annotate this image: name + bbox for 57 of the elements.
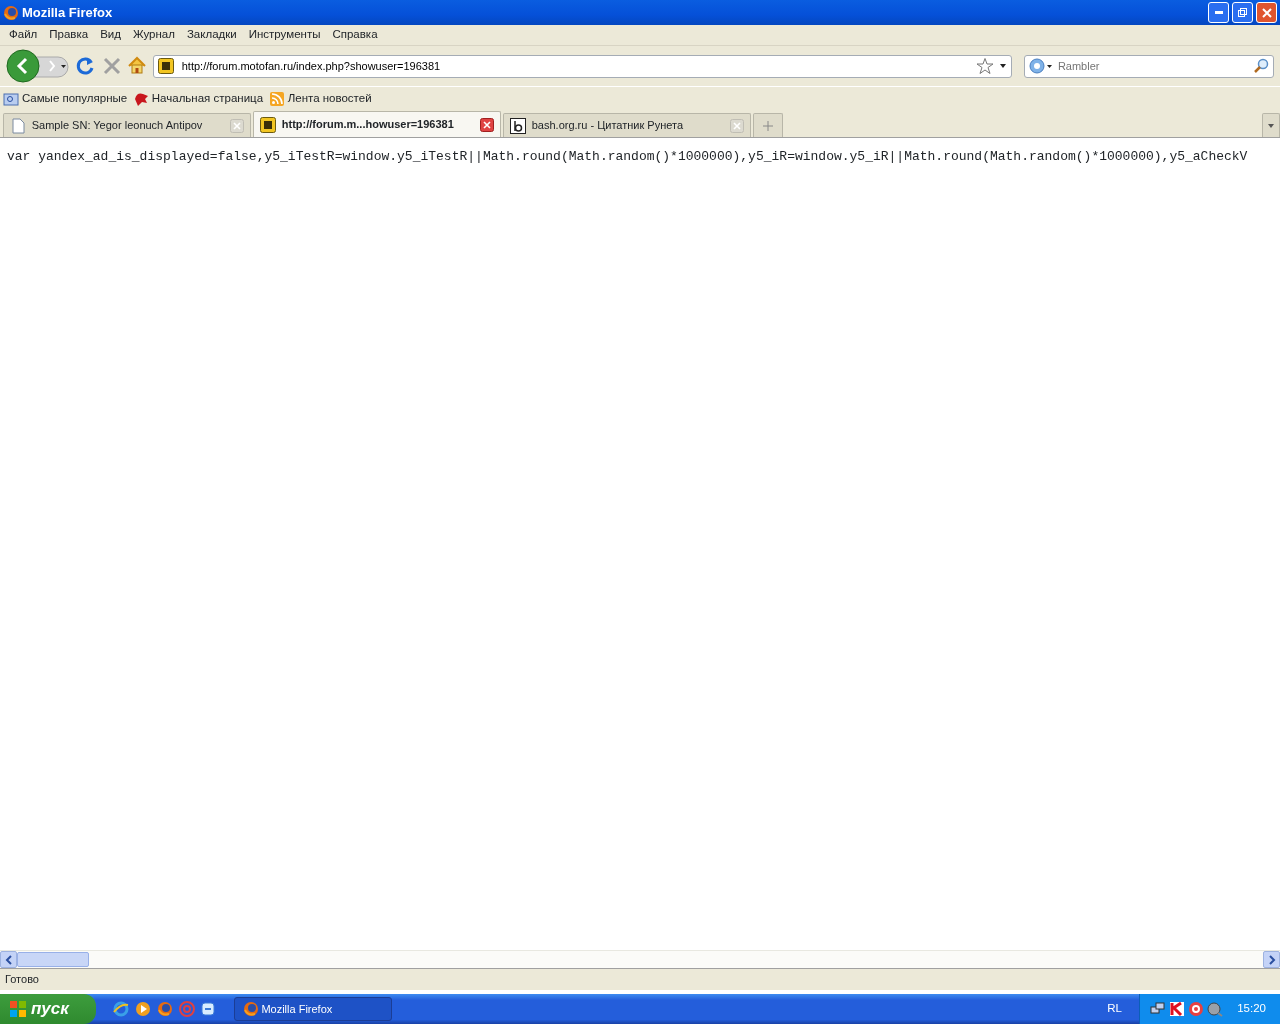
letter-icon [510,117,526,134]
menu-item[interactable]: Правка [43,26,95,44]
menu-item[interactable]: Закладки [180,26,243,44]
network-icon[interactable] [1150,1001,1167,1017]
site-icon [158,58,174,74]
reload-icon[interactable] [75,56,96,76]
bookmark-link[interactable]: Лента новостей [268,90,372,108]
menu-item[interactable]: Журнал [126,26,181,44]
address-bar[interactable]: http://forum.motofan.ru/index.php?showuser=196381 [153,54,1013,78]
scroll-right-button[interactable] [1263,951,1280,968]
menu-item[interactable]: Справка [326,26,384,44]
feed-icon [268,91,285,107]
page-icon [10,117,26,134]
bookmark-link[interactable]: Самые популярные [3,90,128,108]
address-field[interactable]: http://forum.motofan.ru/index.php?showuser=196381 [179,56,970,76]
browser-icon[interactable] [113,1001,130,1017]
windows-logo-icon [8,999,28,1019]
site-icon [260,116,276,133]
browser-tab[interactable]: Sample SN: Yegor leonuch Antipov [3,113,251,137]
minimize-icon [1214,11,1223,14]
back-button[interactable] [6,49,70,83]
media-player-icon[interactable] [135,1001,151,1017]
menu-item[interactable]: Файл [3,26,44,44]
firefox-icon [242,1001,259,1017]
search-bar[interactable]: Rambler [1024,54,1274,78]
search-engine-icon[interactable] [1029,58,1053,74]
menu-item[interactable]: Инструменты [242,26,327,44]
language-indicator[interactable]: RL [1107,1000,1122,1018]
bookmark-link[interactable]: Начальная страница [132,90,264,108]
chevron-icon[interactable] [4,954,13,965]
star-icon[interactable] [975,57,994,75]
folder-icon [3,91,19,107]
search-field[interactable]: Rambler [1055,56,1251,76]
taskbar-button[interactable]: Mozilla Firefox [233,997,392,1021]
maximize-icon [1235,5,1250,20]
close-icon [1259,5,1274,20]
maximize-button[interactable] [1232,2,1254,23]
clock: 15:20 [1237,1001,1266,1017]
menu-item[interactable]: Вид [94,26,127,44]
antivirus-icon[interactable] [1169,1001,1186,1017]
chevron-icon[interactable] [1267,954,1276,965]
browser-tab[interactable]: http://forum.m...howuser=196381 [253,111,501,137]
browser-tab[interactable]: bash.org.ru - Цитатник Рунета [503,113,751,137]
code-text: var yandex_ad_is_displayed=false,y5_iTestR=window.y5_iTestR||Math.round(Math.random()*1000000),y5_iR=window.y5_iR||Math.round(Math.random()*1000000),y5_aCheckV [7,149,1248,164]
status-text: Готово [5,972,39,988]
home-icon[interactable] [127,56,148,76]
dropdown-icon[interactable] [999,63,1008,69]
firefox-icon [3,4,19,21]
minimize-button[interactable] [1208,2,1230,23]
window-title: Mozilla Firefox [21,3,114,22]
scrollbar-thumb[interactable] [17,952,89,967]
close-icon[interactable] [480,117,494,132]
search-icon[interactable] [1253,58,1269,74]
scroll-left-button[interactable] [0,951,17,968]
start-button[interactable]: пуск [0,994,96,1024]
firefox-icon[interactable] [156,1001,173,1017]
close-button[interactable] [1256,2,1277,23]
